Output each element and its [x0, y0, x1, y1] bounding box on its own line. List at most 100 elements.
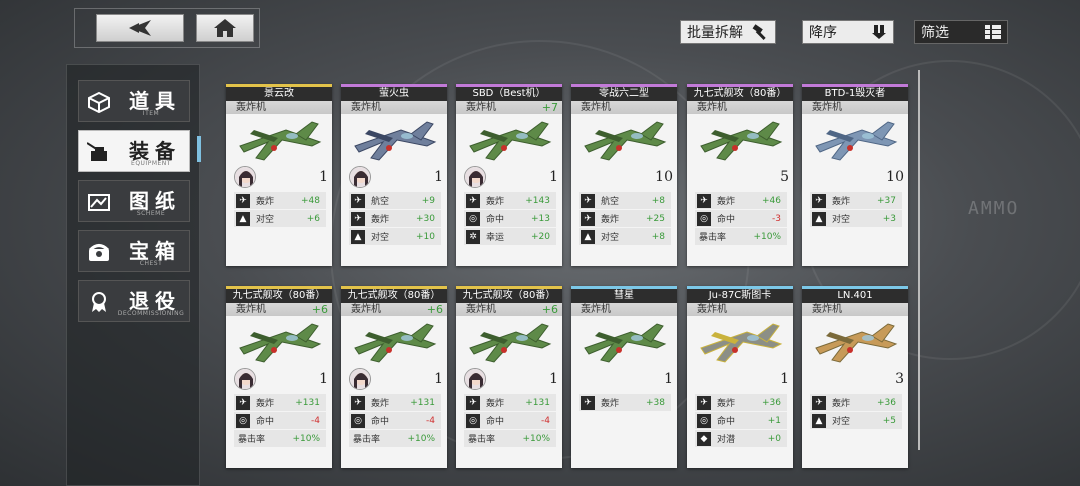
stat-row: ◎ 命中 +13 [464, 210, 556, 227]
bomb-icon: ✈ [812, 193, 826, 208]
category-item[interactable]: 道具 ITEM [78, 80, 190, 122]
aa-icon: ▲ [812, 413, 826, 428]
stat-label: 轰炸 [256, 197, 275, 207]
category-item[interactable]: 图纸 SCHEME [78, 180, 190, 222]
category-item-active[interactable]: 装备 EQUIPMENT [78, 130, 190, 172]
home-button[interactable] [196, 14, 254, 42]
stat-row: ✈ 轰炸 +36 [810, 394, 902, 411]
stat-list: ✈ 轰炸 +131 ◎ 命中 -4 暴击率 +10% [349, 394, 441, 448]
stat-row: ◎ 命中 -4 [234, 412, 326, 429]
stat-value: +38 [646, 397, 665, 408]
stat-row: ✈ 轰炸 +38 [579, 394, 671, 411]
stat-label: 命中 [486, 215, 505, 225]
equipment-card[interactable]: SBD（Best机） 轰炸机 +7 1 ✈ 轰炸 +143 ◎ 命中 +13 ✲ 幸运 +20 [456, 84, 562, 266]
stat-value: +10% [753, 231, 781, 242]
bomb-icon: ✈ [466, 193, 480, 208]
stat-value: +131 [525, 397, 550, 408]
equipped-by-avatar [349, 368, 371, 390]
stat-label: 轰炸 [832, 197, 851, 207]
aa-icon: ▲ [581, 229, 595, 244]
bomb-icon: ✈ [236, 395, 250, 410]
stat-label: 轰炸 [832, 399, 851, 409]
category-item[interactable]: 宝箱 CHEST [78, 230, 190, 272]
grid-scrollbar[interactable] [918, 70, 920, 450]
stat-value: +30 [416, 213, 435, 224]
cube-icon [88, 91, 110, 113]
equipment-count: 10 [886, 169, 904, 185]
stat-value: +36 [877, 397, 896, 408]
equipment-card[interactable]: 彗星 轰炸机 1 ✈ 轰炸 +38 [571, 286, 677, 468]
equipment-card[interactable]: LN.401 轰炸机 3 ✈ 轰炸 +36 ▲ 对空 +5 [802, 286, 908, 468]
luck-icon: ✲ [466, 229, 480, 244]
turret-icon [87, 142, 107, 161]
stat-label: 轰炸 [601, 399, 620, 409]
stat-row: 暴击率 +10% [234, 430, 326, 447]
equipment-card[interactable]: 萤火虫 轰炸机 1 ✈ 航空 +9 ✈ 轰炸 +30 ▲ 对空 +10 [341, 84, 447, 266]
equipment-count: 1 [319, 371, 328, 387]
chest-icon [88, 244, 110, 261]
bomb-icon: ✈ [351, 211, 365, 226]
aircraft-illustration [815, 121, 898, 161]
equipment-card[interactable]: 九七式舰攻（80番） 轰炸机 5 ✈ 轰炸 +46 ◎ 命中 -3 暴击率 +10% [687, 84, 793, 266]
stat-value: -4 [311, 415, 320, 426]
stat-label: 暴击率 [468, 435, 496, 445]
equipment-card[interactable]: 九七式舰攻（80番） 轰炸机 +6 1 ✈ 轰炸 +131 ◎ 命中 -4 暴击率 +10% [341, 286, 447, 468]
filter-button[interactable]: 筛选 [914, 20, 1008, 44]
category-english-name: ITEM [142, 110, 160, 117]
equipment-name: 彗星 [571, 289, 677, 303]
aircraft-illustration [815, 323, 898, 363]
back-button[interactable] [96, 14, 184, 42]
stat-row: ✈ 轰炸 +143 [464, 192, 556, 209]
stat-list: ✈ 轰炸 +143 ◎ 命中 +13 ✲ 幸运 +20 [464, 192, 556, 246]
stat-value: +10% [407, 433, 435, 444]
equipment-card[interactable]: BTD-1毁灭者 轰炸机 10 ✈ 轰炸 +37 ▲ 对空 +3 [802, 84, 908, 266]
stat-row: ▲ 对空 +10 [349, 228, 441, 245]
stat-list: ✈ 航空 +8 ✈ 轰炸 +25 ▲ 对空 +8 [579, 192, 671, 246]
equipment-name: 九七式舰攻（80番） [341, 289, 447, 303]
stat-label: 轰炸 [717, 399, 736, 409]
aa-icon: ▲ [236, 211, 250, 226]
stat-row: 暴击率 +10% [464, 430, 556, 447]
equipment-card[interactable]: 景云改 轰炸机 1 ✈ 轰炸 +48 ▲ 对空 +6 [226, 84, 332, 266]
hit-icon: ◎ [351, 413, 365, 428]
batch-scrap-button[interactable]: 批量拆解 [680, 20, 776, 44]
aa-icon: ▲ [812, 211, 826, 226]
bomb-icon: ✈ [351, 395, 365, 410]
equipment-count: 5 [780, 169, 789, 185]
stat-row: ◎ 命中 -4 [349, 412, 441, 429]
equipment-card[interactable]: Ju-87C斯图卡 轰炸机 1 ✈ 轰炸 +36 ◎ 命中 +1 ◆ 对潜 +0 [687, 286, 793, 468]
stat-row: ▲ 对空 +6 [234, 210, 326, 227]
stat-value: -4 [426, 415, 435, 426]
sort-order-button[interactable]: 降序 [802, 20, 894, 44]
bomb-icon: ✈ [697, 395, 711, 410]
equipment-count: 1 [434, 371, 443, 387]
stat-row: ✈ 轰炸 +37 [810, 192, 902, 209]
equipment-count: 1 [780, 371, 789, 387]
aircraft-illustration [700, 121, 783, 161]
category-sidebar [66, 64, 200, 486]
aircraft-illustration [700, 323, 783, 363]
stat-label: 轰炸 [371, 215, 390, 225]
equipment-name: 零战六二型 [571, 87, 677, 101]
stat-label: 对空 [256, 215, 275, 225]
equipment-count: 10 [655, 169, 673, 185]
category-item[interactable]: 退役 DECOMMISSIONING [78, 280, 190, 322]
equipment-count: 1 [664, 371, 673, 387]
aircraft-illustration [354, 323, 437, 363]
category-english-name: EQUIPMENT [131, 160, 171, 167]
hit-icon: ◎ [697, 211, 711, 226]
stat-row: ✈ 航空 +9 [349, 192, 441, 209]
stat-value: +10 [416, 231, 435, 242]
equipment-card[interactable]: 零战六二型 轰炸机 10 ✈ 航空 +8 ✈ 轰炸 +25 ▲ 对空 +8 [571, 84, 677, 266]
equipment-card[interactable]: 九七式舰攻（80番） 轰炸机 +6 1 ✈ 轰炸 +131 ◎ 命中 -4 暴击率 +10% [226, 286, 332, 468]
stat-value: +6 [306, 213, 320, 224]
equipment-card[interactable]: 九七式舰攻（80番） 轰炸机 +6 1 ✈ 轰炸 +131 ◎ 命中 -4 暴击率 +10% [456, 286, 562, 468]
filter-grid-icon [985, 25, 1001, 39]
stat-value: +37 [877, 195, 896, 206]
stat-row: ✈ 轰炸 +131 [464, 394, 556, 411]
stat-value: +131 [410, 397, 435, 408]
stat-label: 轰炸 [486, 399, 505, 409]
back-triangle-icon [129, 20, 151, 36]
stat-row: ✈ 轰炸 +48 [234, 192, 326, 209]
bomb-icon: ✈ [466, 395, 480, 410]
